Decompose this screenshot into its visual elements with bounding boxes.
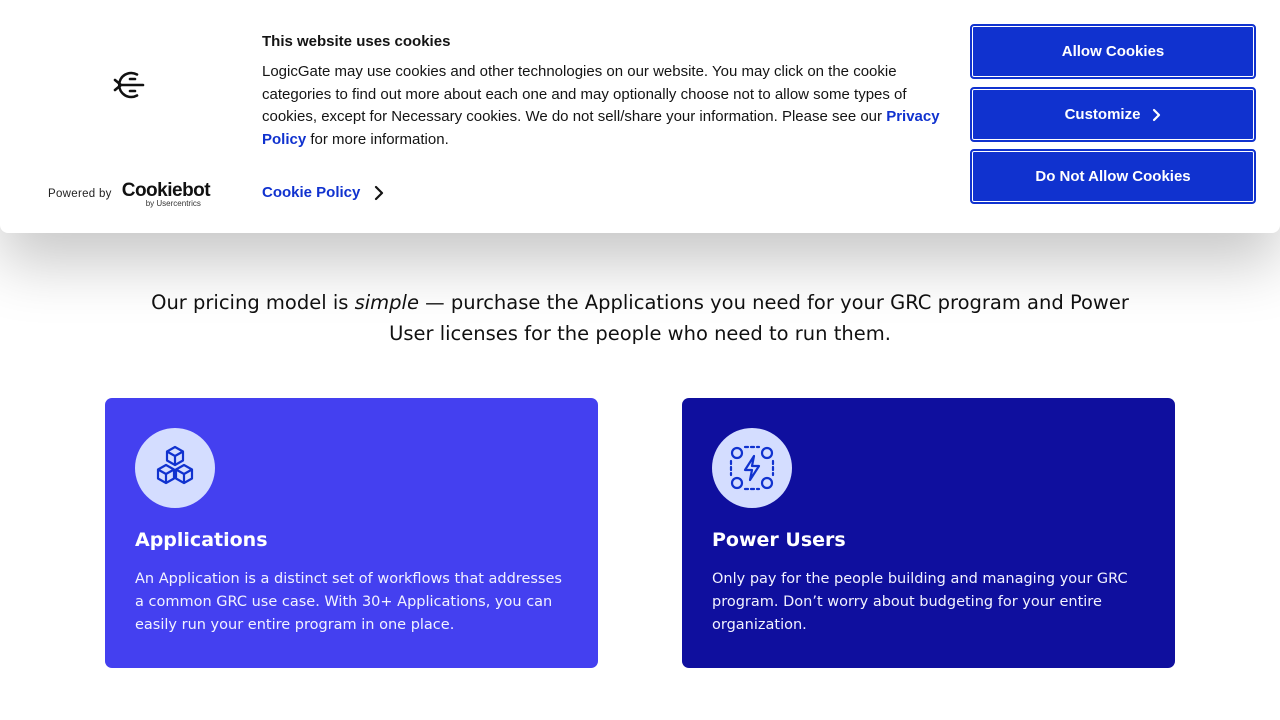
cubes-icon: [135, 428, 215, 508]
banner-text-before: LogicGate may use cookies and other tech…: [262, 63, 907, 126]
chevron-right-icon: [375, 185, 384, 200]
deny-cookies-label: Do Not Allow Cookies: [1035, 168, 1191, 185]
cookiebot-logo: Cookiebot by Usercentrics: [122, 180, 212, 208]
logicgate-logo-icon: [112, 68, 146, 107]
banner-description: LogicGate may use cookies and other tech…: [262, 61, 952, 152]
cookie-consent-banner: Powered by Cookiebot by Usercentrics Thi…: [0, 0, 1280, 233]
cookie-policy-label: Cookie Policy: [262, 184, 361, 201]
power-users-card: Power Users Only pay for the people buil…: [682, 398, 1175, 668]
allow-cookies-button[interactable]: Allow Cookies: [970, 24, 1256, 79]
applications-description: An Application is a distinct set of work…: [135, 571, 562, 633]
chevron-right-icon: [1153, 108, 1161, 121]
intro-prefix: Our pricing model is: [151, 291, 355, 314]
customize-label: Customize: [1064, 106, 1141, 123]
customize-button[interactable]: Customize: [970, 87, 1256, 142]
power-users-description: Only pay for the people building and man…: [712, 571, 1128, 633]
cookiebot-attribution[interactable]: Powered by Cookiebot by Usercentrics: [48, 180, 212, 208]
cookie-policy-link[interactable]: Cookie Policy: [262, 184, 384, 201]
banner-text-after: for more information.: [306, 131, 449, 149]
allow-cookies-label: Allow Cookies: [1061, 43, 1165, 60]
pricing-intro: Our pricing model is simple — purchase t…: [130, 287, 1150, 349]
power-users-title: Power Users: [712, 529, 846, 551]
applications-title: Applications: [135, 529, 268, 551]
intro-emphasis: simple: [354, 291, 419, 314]
banner-title: This website uses cookies: [262, 33, 451, 50]
powered-by-label: Powered by: [48, 188, 112, 200]
applications-card: Applications An Application is a distinc…: [105, 398, 598, 668]
power-users-icon: [712, 428, 792, 508]
cookiebot-sub: by Usercentrics: [145, 199, 201, 208]
do-not-allow-cookies-button[interactable]: Do Not Allow Cookies: [970, 149, 1256, 204]
intro-suffix: — purchase the Applications you need for…: [389, 291, 1129, 345]
